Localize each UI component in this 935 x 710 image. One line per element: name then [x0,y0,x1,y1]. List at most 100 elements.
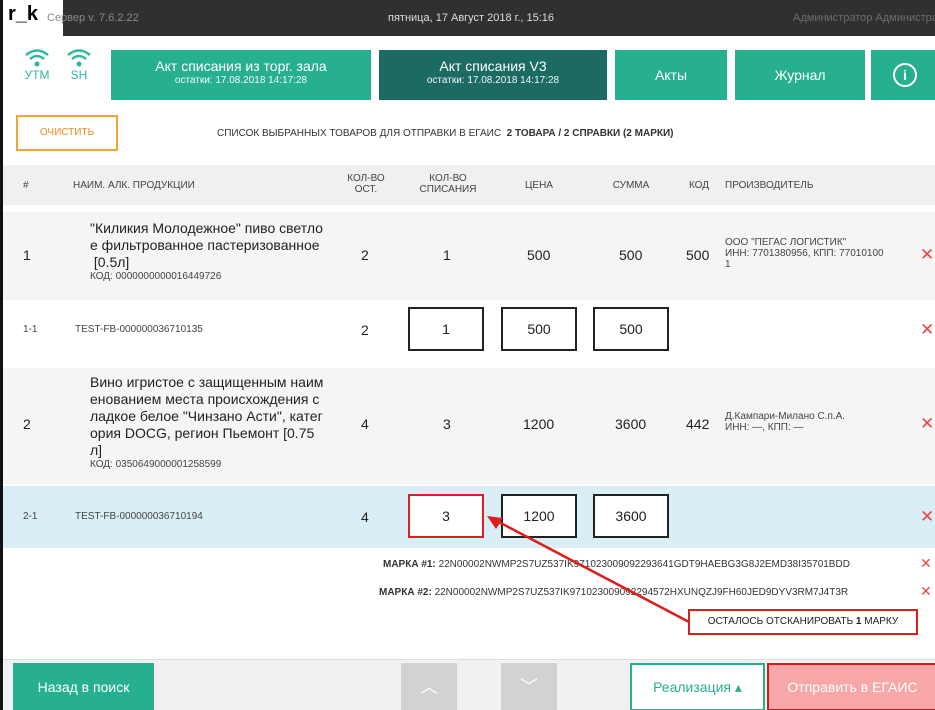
col-sum: СУММА [612,180,650,191]
tab-sub: остатки: 17.08.2018 14:17:28 [426,75,560,86]
remaining-scan-callout: ОСТАЛОСЬ ОТСКАНИРОВАТЬ 1 МАРКУ [688,609,918,635]
chevron-down-icon: ﹀ [520,677,538,697]
col-qty-left-l2: ОСТ. [354,184,378,195]
summary-text: СПИСОК ВЫБРАННЫХ ТОВАРОВ ДЛЯ ОТПРАВКИ В … [217,128,502,139]
qty-left: 2 [361,322,369,338]
tab-writeoff-v3[interactable]: Акт списания V3 остатки: 17.08.2018 14:1… [379,50,607,100]
sum-input[interactable]: 3600 [593,494,669,538]
summary-count: 2 ТОВАРА / 2 СПРАВКИ (2 МАРКИ) [506,128,674,139]
current-datetime: пятница, 17 Август 2018 г., 15:16 [388,12,555,24]
product-name: Вино игристое с защищенным наим енование… [90,374,335,471]
tab-journal[interactable]: Журнал [735,50,865,100]
price-input[interactable]: 500 [501,307,577,351]
col-qty-write-l1: КОЛ-ВО [429,173,467,184]
table-header: # НАИМ. АЛК. ПРОДУКЦИИ КОЛ-ВО ОСТ. КОЛ-В… [3,165,935,205]
maker: Д.Кампари-Милано С.п.А. ИНН: —, КПП: — [725,411,915,433]
clear-button[interactable]: ОЧИСТИТЬ [16,115,118,151]
table-row[interactable]: 1-1 TEST-FB-000000036710135 2 1 500 500 … [3,300,935,360]
col-name: НАИМ. АЛК. ПРОДУКЦИИ [73,180,195,191]
row-num: 2-1 [23,511,38,522]
send-to-egais-button[interactable]: Отправить в ЕГАИС [767,663,935,710]
row-num: 1-1 [23,324,38,335]
mark-label: МАРКА #2: [379,587,432,598]
server-version: Сервер v. 7.6.2.22 [47,12,139,24]
sum: 500 [619,247,643,263]
maker-line: Д.Кампари-Милано С.п.А. [725,411,846,422]
name-line: [0.5л] [90,254,130,270]
name-line: Вино игристое с защищенным наим [90,374,324,390]
delete-mark-icon[interactable]: ✕ [920,583,932,600]
tab-acts[interactable]: Акты [615,50,727,100]
name-line: ладкое белое "Чинзано Асти", катег [90,408,323,424]
tab-sub: остатки: 17.08.2018 14:17:28 [174,75,308,86]
maker: ООО "ПЕГАС ЛОГИСТИК" ИНН: 7701380956, КП… [725,237,915,270]
name-line: л] [90,442,103,458]
sum: 3600 [615,416,647,432]
chevron-up-icon: ︿ [420,677,438,697]
selection-summary: СПИСОК ВЫБРАННЫХ ТОВАРОВ ДЛЯ ОТПРАВКИ В … [217,128,674,139]
product-code: КОД: 0350649000001258599 [90,459,222,470]
item-code: TEST-FB-000000036710135 [75,324,203,335]
app-window: r_k Сервер v. 7.6.2.22 пятница, 17 Авгус… [0,0,935,710]
maker-line: ИНН: —, КПП: — [725,422,804,433]
tab-writeoff-hall[interactable]: Акт списания из торг. зала остатки: 17.0… [111,50,371,100]
col-qty-write: КОЛ-ВО СПИСАНИЯ [408,173,488,195]
col-qty-left: КОЛ-ВО ОСТ. [341,173,391,195]
qty-left: 4 [361,416,369,432]
name-line: енованием места происхождения с [90,391,320,407]
col-qty-write-l2: СПИСАНИЯ [419,184,477,195]
qty-write-input[interactable]: 1 [408,307,484,351]
mark-value: 22N00002NWMP2S7UZ537IK971023009092294572… [434,587,849,598]
scroll-up-button[interactable]: ︿ [401,663,457,710]
callout-count: 1 [855,616,862,627]
price: 1200 [523,416,555,432]
tab-label: Акт списания V3 [439,58,547,74]
mark-item: МАРКА #2: 22N00002NWMP2S7UZ537IK97102300… [379,587,848,598]
col-num: # [23,180,29,191]
col-price: ЦЕНА [525,180,553,191]
name-line: "Киликия Молодежное" пиво светло [90,220,323,236]
sum-input[interactable]: 500 [593,307,669,351]
wifi-icon [25,49,49,67]
qty-write-input[interactable]: 3 [408,494,484,538]
qty-write: 1 [443,247,451,263]
back-to-search-button[interactable]: Назад в поиск [13,663,154,710]
tab-label: Акт списания из торг. зала [155,58,327,74]
col-qty-left-l1: КОЛ-ВО [347,173,385,184]
row-num: 2 [23,416,31,432]
delete-mark-icon[interactable]: ✕ [920,555,932,572]
qty-write: 3 [443,416,451,432]
delete-icon[interactable]: ✕ [920,507,934,527]
sh-status: SH [63,48,95,82]
mark-item: МАРКА #1: 22N00002NWMP2S7UZ537IK97102300… [383,559,850,570]
utm-status: УТМ [21,48,53,82]
maker-line: ИНН: 7701380956, КПП: 77010100 [725,248,884,259]
delete-icon[interactable]: ✕ [920,245,934,265]
callout-suffix: МАРКУ [864,616,899,627]
maker-line: ООО "ПЕГАС ЛОГИСТИК" [725,237,847,248]
product-name: "Киликия Молодежное" пиво светло е фильт… [90,220,335,283]
product-code: КОД: 0000000000016449726 [90,271,222,282]
mark-label: МАРКА #1: [383,559,436,570]
table-row[interactable]: 1 "Киликия Молодежное" пиво светло е фил… [3,212,935,300]
realization-dropdown[interactable]: Реализация ▴ [630,663,765,710]
name-line: ория DOCG, регион Пьемонт [0.75 [90,425,315,441]
table-row-selected[interactable]: 2-1 TEST-FB-000000036710194 4 3 1200 360… [3,486,935,548]
col-maker: ПРОИЗВОДИТЕЛЬ [725,180,814,191]
callout-prefix: ОСТАЛОСЬ ОТСКАНИРОВАТЬ [707,616,854,627]
price-input[interactable]: 1200 [501,494,577,538]
code: 500 [686,247,710,263]
col-code: КОД [688,180,710,191]
delete-icon[interactable]: ✕ [920,320,934,340]
title-bar: r_k Сервер v. 7.6.2.22 пятница, 17 Авгус… [3,0,935,36]
info-icon: i [893,63,917,87]
table-row[interactable]: 2 Вино игристое с защищенным наим енован… [3,368,935,484]
delete-icon[interactable]: ✕ [920,414,934,434]
current-user: Администратор Администратор [793,12,935,24]
qty-left: 4 [361,509,369,525]
sh-label: SH [70,68,88,82]
info-button[interactable]: i [871,50,935,100]
name-line: е фильтрованное пастеризованное [90,237,320,253]
price: 500 [527,247,551,263]
scroll-down-button[interactable]: ﹀ [501,663,557,710]
